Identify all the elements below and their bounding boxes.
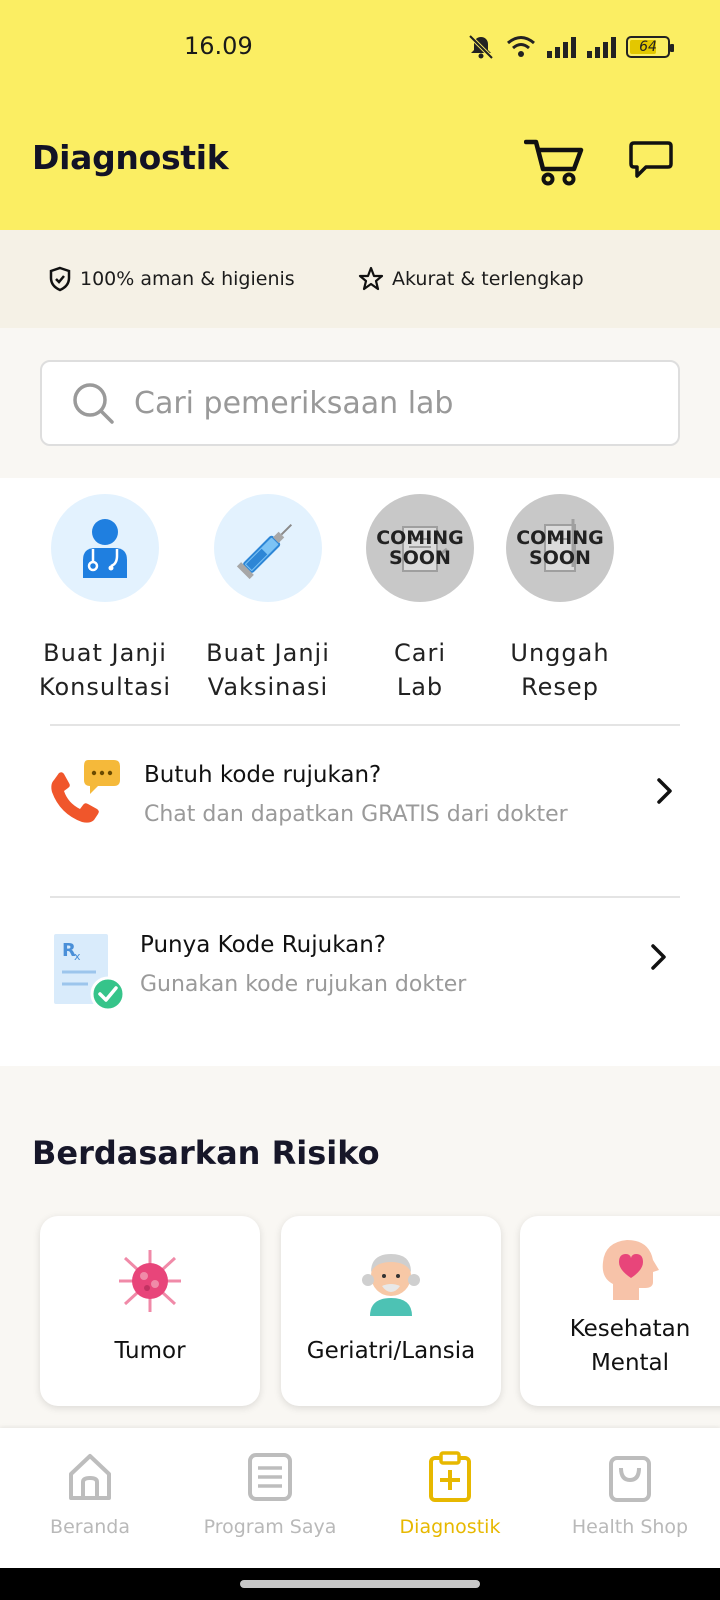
- service-consultation[interactable]: Buat Janji Konsultasi: [30, 494, 180, 704]
- service-label: Cari Lab: [394, 639, 446, 701]
- risk-card-geriatric[interactable]: Geriatri/Lansia: [281, 1216, 501, 1406]
- mental-health-icon: [602, 1240, 659, 1300]
- risk-card-mental[interactable]: Kesehatan Mental: [520, 1216, 720, 1406]
- service-upload-prescription[interactable]: COMING SOON Unggah Resep: [485, 494, 635, 704]
- app-header: 16.09 64 Diagnostik: [0, 0, 720, 230]
- svg-text:x: x: [74, 950, 81, 963]
- service-icon-wrap: [51, 494, 159, 602]
- chat-icon[interactable]: [628, 140, 674, 182]
- search-input[interactable]: [134, 385, 634, 421]
- nav-item-diagnostik[interactable]: Diagnostik: [360, 1450, 540, 1538]
- service-icon-wrap: COMING SOON: [506, 494, 614, 602]
- elderly-icon: [362, 1254, 420, 1316]
- service-find-lab[interactable]: COMING SOON Cari Lab: [345, 494, 495, 704]
- bottom-nav: Beranda Program Saya Diagnostik Health S…: [0, 1428, 720, 1568]
- nav-label: Diagnostik: [399, 1516, 501, 1538]
- phone-chat-icon: [51, 760, 120, 823]
- services-panel: Buat Janji Konsultasi Buat Janji Vaksina…: [0, 478, 720, 1066]
- risk-label: Geriatri/Lansia: [306, 1338, 476, 1364]
- signal-icon: [547, 37, 576, 58]
- chevron-right-icon: [651, 944, 666, 970]
- section-title-risk: Berdasarkan Risiko: [32, 1134, 380, 1172]
- assurance-label: 100% aman & higienis: [80, 268, 295, 290]
- page-title: Diagnostik: [32, 138, 229, 177]
- service-label: Buat Janji Konsultasi: [38, 639, 172, 701]
- coming-soon-badge: COMING SOON: [376, 527, 464, 569]
- status-time: 16.09: [184, 32, 253, 60]
- nav-item-program-saya[interactable]: Program Saya: [180, 1450, 360, 1538]
- promo-title: Butuh kode rujukan?: [144, 762, 382, 788]
- home-gesture-handle[interactable]: [240, 1580, 480, 1588]
- risk-label: Kesehatan Mental: [569, 1316, 691, 1376]
- doctor-icon: [83, 519, 127, 578]
- promo-subtitle: Chat dan dapatkan GRATIS dari dokter: [144, 802, 568, 827]
- referral-code-card[interactable]: R x Punya Kode Rujukan? Gunakan kode ruj…: [0, 932, 720, 1042]
- syringe-icon: [236, 523, 293, 580]
- service-label: Buat Janji Vaksinasi: [206, 639, 330, 701]
- wifi-icon: [507, 36, 535, 57]
- prescription-check-icon: R x: [54, 934, 126, 1012]
- search-zone: [0, 328, 720, 478]
- signal-icon-2: [587, 37, 616, 58]
- risk-label: Tumor: [114, 1338, 186, 1364]
- assurance-label: Akurat & terlengkap: [392, 268, 584, 290]
- nav-item-health-shop[interactable]: Health Shop: [540, 1450, 720, 1538]
- mute-icon: [468, 34, 494, 60]
- promo-subtitle: Gunakan kode rujukan dokter: [140, 972, 467, 997]
- divider: [50, 896, 680, 898]
- list-icon: [248, 1453, 292, 1501]
- assurance-accurate: Akurat & terlengkap: [358, 266, 584, 292]
- nav-item-beranda[interactable]: Beranda: [0, 1450, 180, 1538]
- home-icon: [69, 1454, 111, 1500]
- service-label: Unggah Resep: [510, 639, 610, 701]
- clipboard-plus-icon: [429, 1451, 471, 1502]
- nav-label: Program Saya: [203, 1516, 337, 1538]
- search-icon: [73, 383, 114, 424]
- tumor-icon: [119, 1250, 181, 1312]
- star-icon: [358, 266, 384, 291]
- cart-icon[interactable]: [524, 136, 584, 186]
- divider: [50, 724, 680, 726]
- assurance-band: 100% aman & higienis Akurat & terlengkap: [0, 230, 720, 328]
- battery-indicator: 64: [626, 36, 674, 58]
- coming-soon-badge: COMING SOON: [516, 527, 604, 569]
- status-icons: 64: [466, 30, 674, 64]
- gesture-bar: [0, 1568, 720, 1600]
- chevron-right-icon: [657, 778, 672, 804]
- nav-label: Health Shop: [571, 1516, 689, 1538]
- nav-label: Beranda: [50, 1516, 130, 1538]
- promo-title: Punya Kode Rujukan?: [140, 932, 386, 958]
- shield-icon: [49, 266, 71, 292]
- bag-icon: [609, 1456, 651, 1502]
- risk-card-tumor[interactable]: Tumor: [40, 1216, 260, 1406]
- service-icon-wrap: COMING SOON: [366, 494, 474, 602]
- referral-chat-card[interactable]: Butuh kode rujukan? Chat dan dapatkan GR…: [0, 758, 720, 868]
- service-vaccination[interactable]: Buat Janji Vaksinasi: [193, 494, 343, 704]
- search-box[interactable]: [40, 360, 680, 446]
- battery-level: 64: [639, 39, 657, 55]
- assurance-safe: 100% aman & higienis: [48, 266, 295, 292]
- service-icon-wrap: [214, 494, 322, 602]
